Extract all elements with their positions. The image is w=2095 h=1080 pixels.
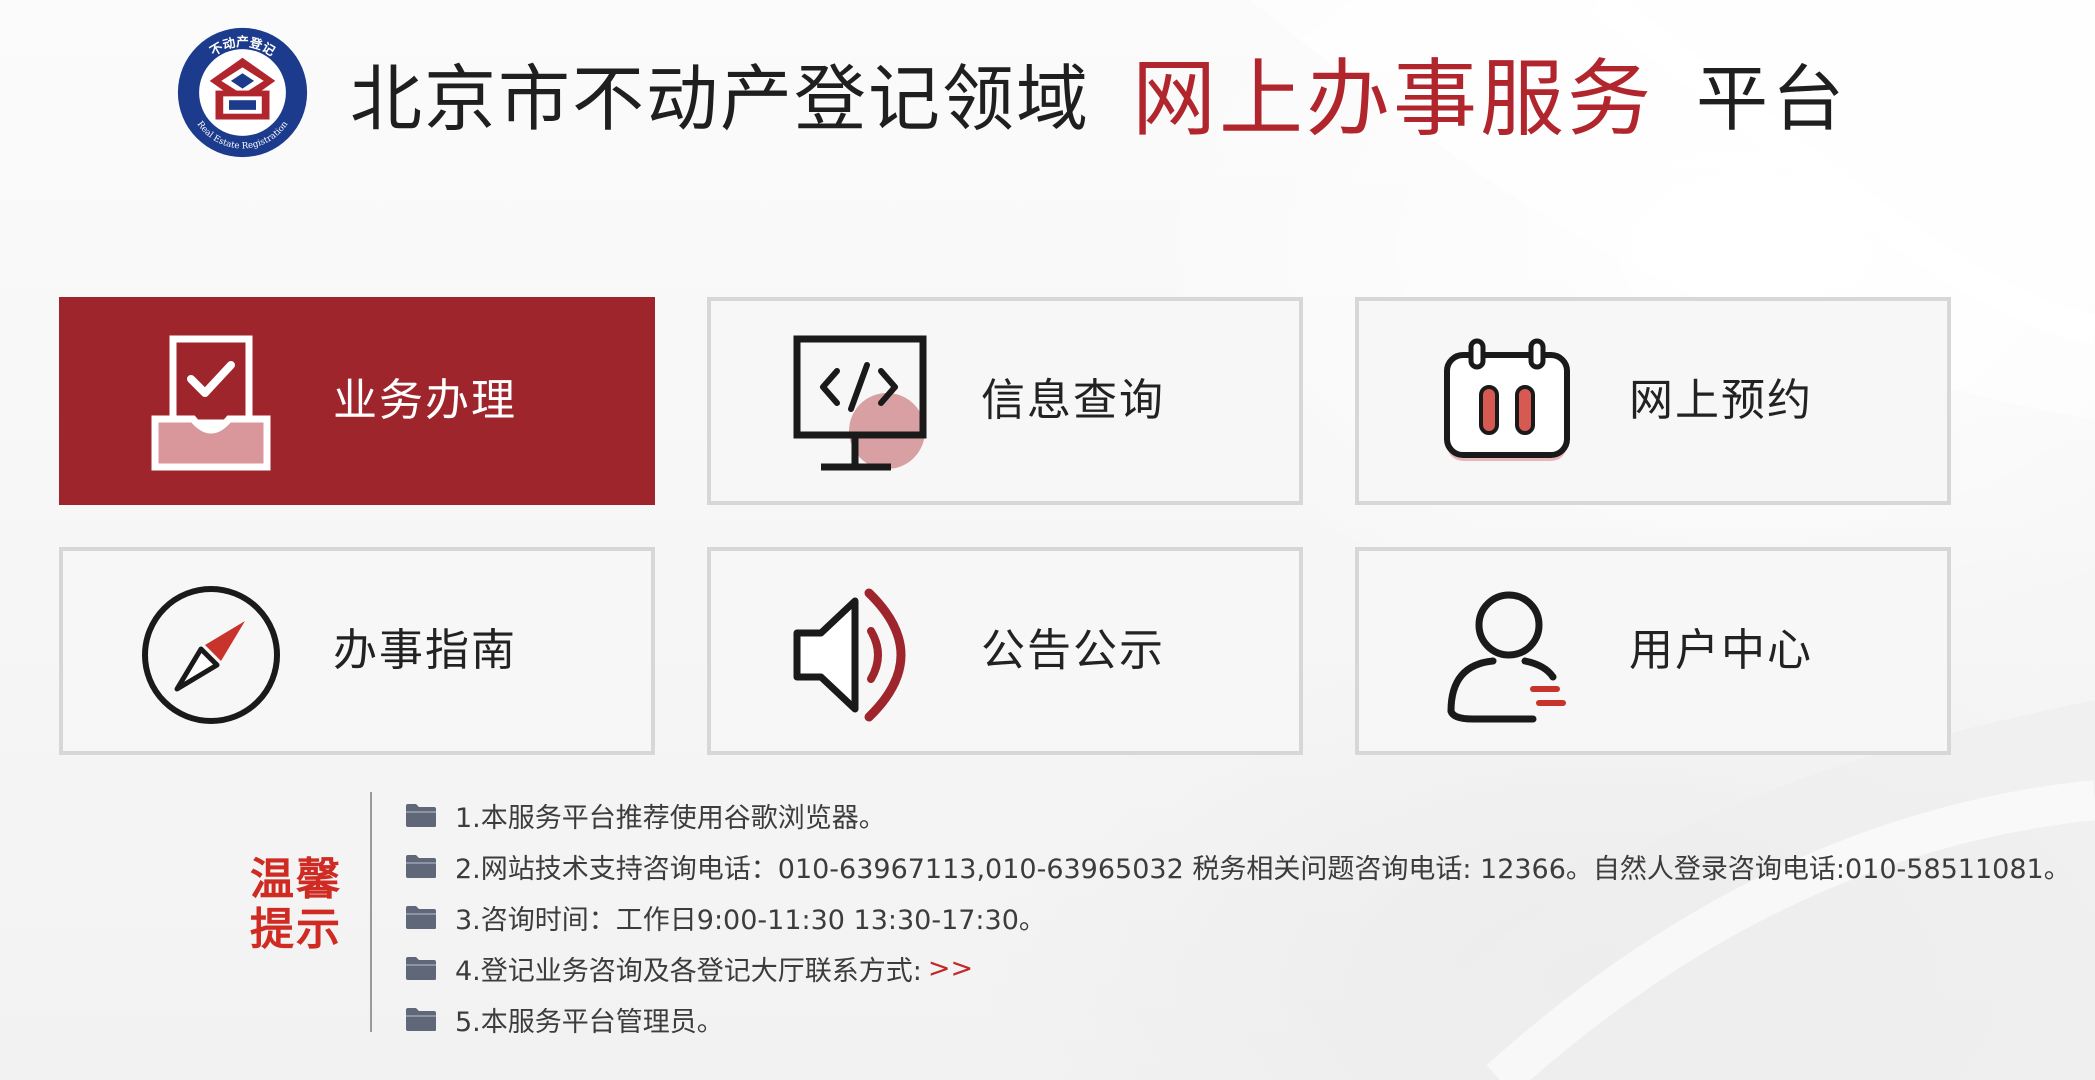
site-title-suffix: 平台 bbox=[1696, 56, 1849, 141]
tile-business-handling[interactable]: 业务办理 bbox=[59, 297, 655, 505]
monitor-code-icon bbox=[793, 335, 927, 471]
tip-item: 1.本服务平台推荐使用谷歌浏览器。 bbox=[405, 790, 2071, 841]
tile-announcements[interactable]: 公告公示 bbox=[707, 547, 1303, 755]
tile-label: 公告公示 bbox=[981, 625, 1165, 676]
tip-item: 3.咨询时间：工作日9:00-11:30 13:30-17:30。 bbox=[405, 892, 2071, 943]
tile-info-query[interactable]: 信息查询 bbox=[707, 297, 1303, 505]
tips-heading-line: 提示 bbox=[250, 904, 342, 955]
tile-label: 业务办理 bbox=[333, 375, 517, 426]
site-title-accent: 网上办事服务 bbox=[1132, 49, 1655, 148]
folder-icon bbox=[406, 957, 436, 980]
real-estate-registration-logo: 不动产登记 Real Estate Registration bbox=[177, 27, 308, 157]
folder-icon bbox=[406, 906, 436, 929]
tips-divider bbox=[370, 792, 372, 1032]
tile-label: 信息查询 bbox=[981, 375, 1165, 426]
folder-icon bbox=[406, 804, 436, 827]
tile-user-center[interactable]: 用户中心 bbox=[1355, 547, 1951, 755]
tip-item: 5.本服务平台管理员。 bbox=[405, 994, 2071, 1045]
contact-info-link[interactable]: >> bbox=[928, 953, 973, 984]
site-title: 北京市不动产登记领域 bbox=[350, 56, 1091, 141]
tip-item: 4.登记业务咨询及各登记大厅联系方式: >> bbox=[405, 943, 2071, 994]
tip-text: 1.本服务平台推荐使用谷歌浏览器。 bbox=[455, 803, 886, 834]
tip-item: 2.网站技术支持咨询电话：010-63967113,010-63965032 税… bbox=[405, 841, 2071, 892]
tip-text: 4.登记业务咨询及各登记大厅联系方式: bbox=[455, 956, 922, 987]
checked-inbox-icon bbox=[151, 335, 271, 471]
tips-heading-line: 温馨 bbox=[250, 854, 342, 905]
tile-label: 办事指南 bbox=[333, 625, 517, 676]
site-header: 不动产登记 Real Estate Registration 北京市不动产登记领… bbox=[175, 22, 1848, 162]
tile-online-appointment[interactable]: 网上预约 bbox=[1355, 297, 1951, 505]
compass-icon bbox=[142, 586, 280, 724]
tile-label: 用户中心 bbox=[1629, 625, 1813, 676]
speaker-icon bbox=[793, 588, 906, 722]
tip-text: 5.本服务平台管理员。 bbox=[455, 1007, 724, 1038]
folder-icon bbox=[406, 855, 436, 878]
tip-text: 2.网站技术支持咨询电话：010-63967113,010-63965032 税… bbox=[455, 854, 2071, 885]
calendar-icon bbox=[1444, 338, 1570, 461]
tile-service-guide[interactable]: 办事指南 bbox=[59, 547, 655, 755]
tip-text: 3.咨询时间：工作日9:00-11:30 13:30-17:30。 bbox=[455, 905, 1046, 936]
tips-heading: 温馨 提示 bbox=[250, 855, 350, 955]
tile-label: 网上预约 bbox=[1629, 375, 1813, 426]
tips-list: 1.本服务平台推荐使用谷歌浏览器。 2.网站技术支持咨询电话：010-63967… bbox=[405, 790, 2071, 1045]
folder-icon bbox=[406, 1008, 436, 1031]
user-icon bbox=[1447, 591, 1566, 723]
